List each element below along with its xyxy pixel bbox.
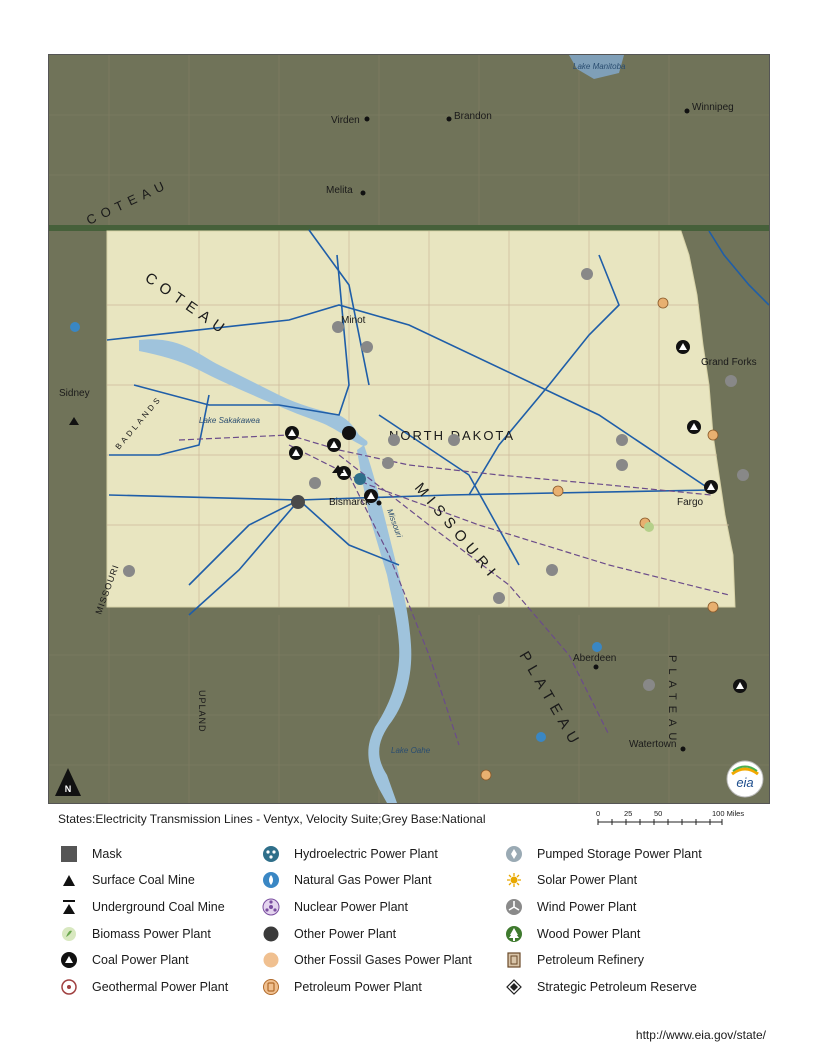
legend-natural-gas-plant: Natural Gas Power Plant: [260, 870, 432, 890]
other-plant-marker: [291, 495, 305, 509]
scale-tick-100: 100 Miles: [712, 809, 744, 818]
legend-underground-coal-mine: Underground Coal Mine: [58, 897, 225, 917]
water-label-lake-sakakawea: Lake Sakakawea: [199, 416, 260, 425]
legend-geothermal-plant: Geothermal Power Plant: [58, 977, 228, 997]
legend-pumped-storage-plant: Pumped Storage Power Plant: [503, 844, 702, 864]
legend-petroleum-plant: Petroleum Power Plant: [260, 977, 422, 997]
scale-tick-25: 25: [624, 809, 632, 818]
legend-hydroelectric-plant: Hydroelectric Power Plant: [260, 844, 438, 864]
legend-surface-coal-mine: Surface Coal Mine: [58, 870, 195, 890]
legend-strategic-petroleum-reserve: Strategic Petroleum Reserve: [503, 977, 697, 997]
wind-plant-icon: [506, 899, 522, 915]
natural-gas-plant-marker: [592, 642, 602, 652]
legend-label: Mask: [92, 847, 122, 861]
water-label-lake-manitoba: Lake Manitoba: [573, 62, 626, 71]
scale-tick-0: 0: [596, 809, 600, 818]
north-arrow-icon: N: [55, 768, 81, 796]
petroleum-plant-icon: [263, 979, 279, 995]
legend-other-fossil-gases-plant: Other Fossil Gases Power Plant: [260, 950, 472, 970]
city-brandon: Brandon: [454, 111, 492, 122]
legend-coal-plant: Coal Power Plant: [58, 950, 189, 970]
coal-plant-marker: [285, 426, 299, 440]
map-svg: COTEAU COTEAU MISSOURI PLATEAU PLATEAU M…: [49, 55, 769, 803]
legend-label: Wood Power Plant: [537, 927, 641, 941]
map-caption: States:Electricity Transmission Lines - …: [58, 812, 486, 826]
natural-gas-plant-marker: [70, 322, 80, 332]
city-melita: Melita: [326, 185, 353, 196]
legend-wind-plant: Wind Power Plant: [503, 897, 636, 917]
legend-label: Petroleum Power Plant: [294, 980, 422, 994]
other-plant-marker: [342, 426, 356, 440]
city-aberdeen: Aberdeen: [573, 653, 616, 664]
other-plant-icon: [263, 926, 279, 942]
hydro-plant-marker: [354, 473, 366, 485]
wood-plant-icon: [506, 926, 522, 942]
canada-border: [49, 225, 769, 231]
coal-plant-marker: [704, 480, 718, 494]
map-frame[interactable]: COTEAU COTEAU MISSOURI PLATEAU PLATEAU M…: [48, 54, 770, 804]
legend-solar-plant: Solar Power Plant: [503, 870, 637, 890]
petroleum-refinery-icon: [507, 952, 521, 968]
mask-square-icon: [61, 846, 77, 862]
legend-label: Geothermal Power Plant: [92, 980, 229, 994]
region-label-upland: UPLAND: [197, 690, 207, 733]
geothermal-plant-icon: [61, 979, 77, 995]
city-watertown: Watertown: [629, 739, 676, 750]
legend-label: Strategic Petroleum Reserve: [537, 980, 697, 994]
legend-petroleum-refinery: Petroleum Refinery: [503, 950, 644, 970]
legend-label: Natural Gas Power Plant: [294, 873, 432, 887]
coal-plant-marker: [364, 489, 378, 503]
coal-plant-marker: [327, 438, 341, 452]
scale-bar: 0 25 50 100 Miles: [596, 809, 744, 825]
strategic-petroleum-reserve-icon: [506, 979, 522, 995]
legend-biomass-plant: Biomass Power Plant: [58, 924, 211, 944]
coal-plant-marker: [676, 340, 690, 354]
legend-label: Hydroelectric Power Plant: [294, 847, 438, 861]
legend-other-plant: Other Power Plant: [260, 924, 396, 944]
region-label-plateau2: PLATEAU: [666, 655, 678, 746]
coal-plant-marker: [289, 446, 303, 460]
legend-label: Surface Coal Mine: [92, 873, 195, 887]
legend-label: Biomass Power Plant: [92, 927, 211, 941]
water-label-lake-oahe: Lake Oahe: [391, 746, 431, 755]
coal-plant-marker: [687, 420, 701, 434]
city-winnipeg: Winnipeg: [692, 102, 734, 113]
biomass-plant-icon: [62, 927, 76, 941]
legend-label: Coal Power Plant: [92, 953, 189, 967]
pumped-storage-plant-icon: [506, 846, 522, 862]
legend-mask: Mask: [58, 844, 122, 864]
legend-label: Wind Power Plant: [537, 900, 637, 914]
hydroelectric-plant-icon: [263, 846, 279, 862]
scale-tick-50: 50: [654, 809, 662, 818]
natural-gas-plant-marker: [536, 732, 546, 742]
other-fossil-gases-plant-icon: [263, 952, 279, 968]
biomass-plant-marker: [644, 522, 654, 532]
legend-wood-plant: Wood Power Plant: [503, 924, 640, 944]
eia-logo-text: eia: [736, 775, 753, 790]
eia-logo[interactable]: eia: [726, 760, 764, 798]
legend-label: Other Power Plant: [294, 927, 397, 941]
legend-label: Nuclear Power Plant: [294, 900, 408, 914]
legend-nuclear-plant: Nuclear Power Plant: [260, 897, 408, 917]
legend-label: Other Fossil Gases Power Plant: [294, 953, 472, 967]
city-fargo: Fargo: [677, 497, 704, 508]
solar-plant-icon: [507, 873, 521, 887]
north-label: N: [65, 784, 72, 794]
nuclear-plant-icon: [262, 898, 280, 916]
city-minot: Minot: [341, 315, 366, 326]
legend-label: Petroleum Refinery: [537, 953, 644, 967]
city-virden: Virden: [331, 115, 360, 126]
legend-label: Pumped Storage Power Plant: [537, 847, 702, 861]
underground-coal-mine-icon: [63, 900, 75, 914]
surface-coal-mine-icon: [63, 875, 75, 886]
natural-gas-plant-icon: [263, 872, 279, 888]
coal-plant-marker: [733, 679, 747, 693]
legend-label: Solar Power Plant: [537, 873, 638, 887]
city-sidney: Sidney: [59, 388, 90, 399]
legend-label: Underground Coal Mine: [92, 900, 225, 914]
coal-plant-icon: [61, 952, 77, 968]
city-grand-forks: Grand Forks: [701, 357, 757, 368]
eia-url[interactable]: http://www.eia.gov/state/: [636, 1028, 766, 1042]
